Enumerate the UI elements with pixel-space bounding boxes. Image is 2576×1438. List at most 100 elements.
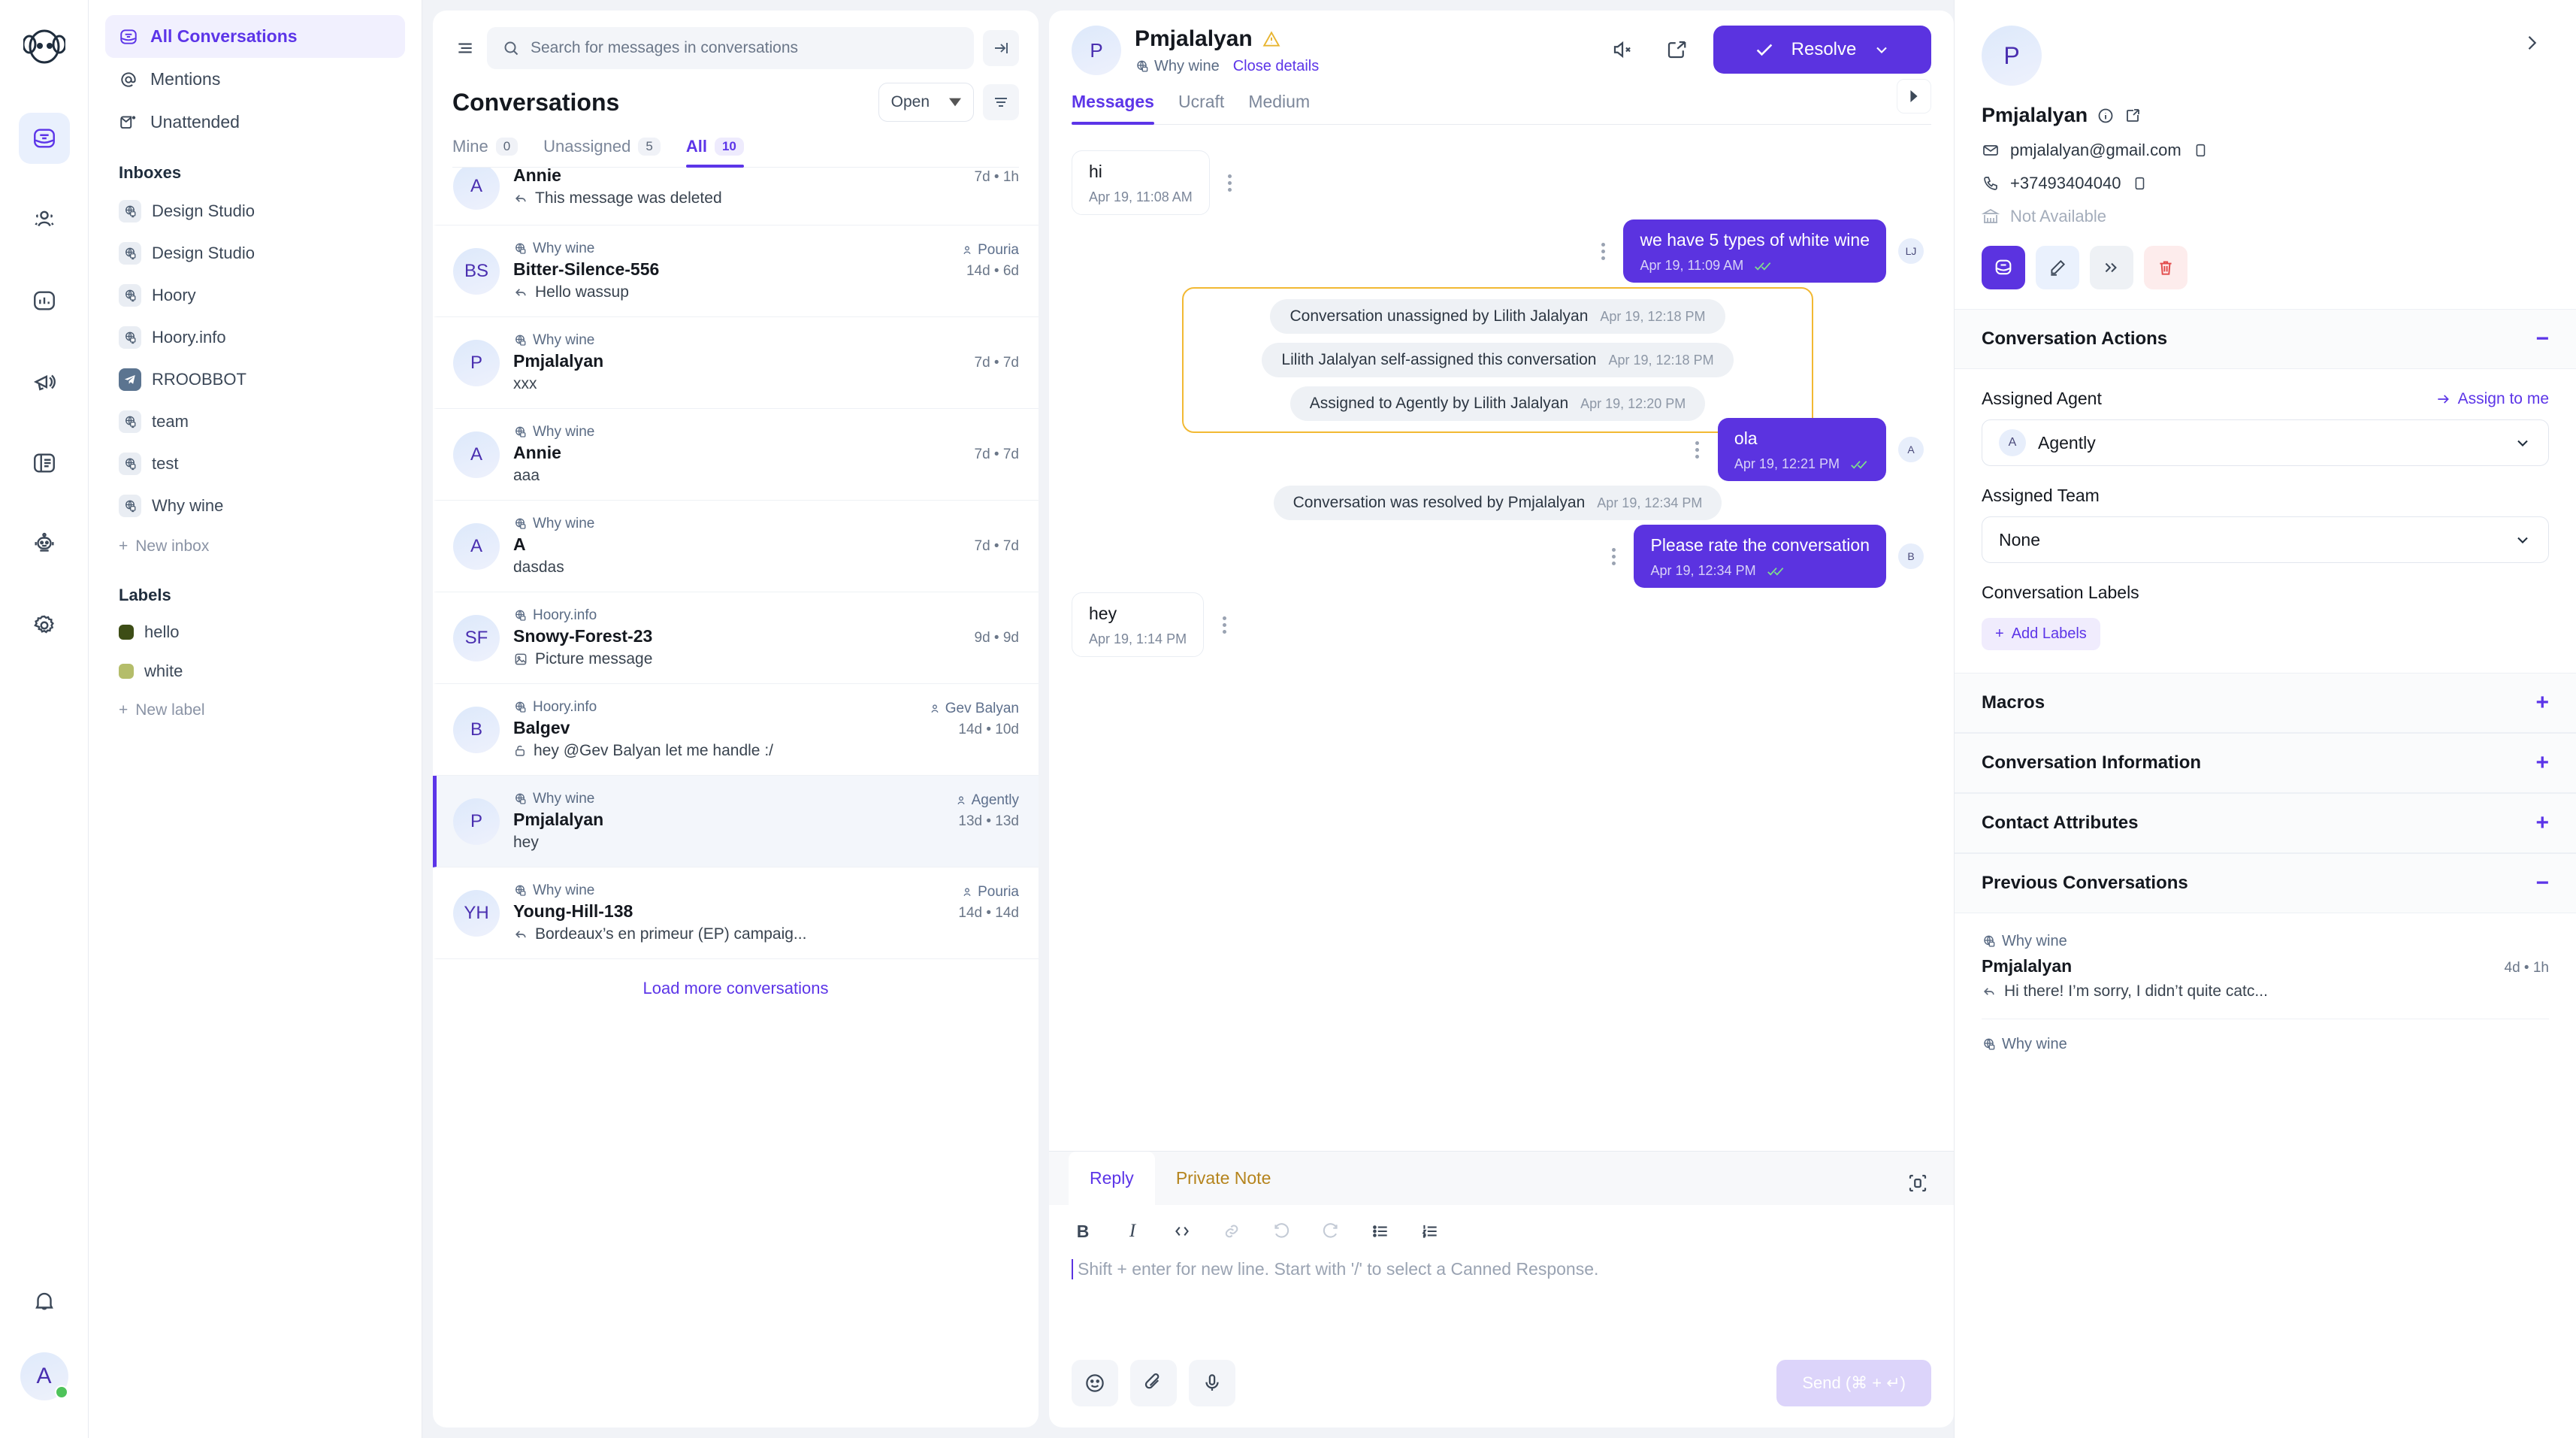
microphone-icon[interactable] [1189, 1360, 1235, 1406]
sidebar-inbox-design-studio-2[interactable]: Design Studio [105, 232, 405, 274]
rail-conversations-icon[interactable] [18, 113, 70, 164]
assigned-agent-dropdown[interactable]: A Agently [1982, 419, 2549, 466]
rail-bot-icon[interactable] [19, 519, 70, 570]
bold-icon[interactable]: B [1072, 1220, 1094, 1243]
section-conversation-actions[interactable]: Conversation Actions − [1955, 309, 2576, 369]
add-labels-button[interactable]: + Add Labels [1982, 618, 2100, 650]
chevron-down-icon[interactable] [1873, 41, 1891, 59]
sidebar-inbox-hoory[interactable]: Hoory [105, 274, 405, 316]
new-inbox-button[interactable]: + New inbox [105, 527, 405, 566]
conversation-list-item[interactable]: A Annie 7d • 1h This message was deleted [433, 168, 1039, 226]
copy-icon[interactable] [2192, 142, 2209, 159]
tabs-next-arrow-icon[interactable] [1897, 79, 1931, 114]
search-input[interactable] [531, 39, 959, 57]
emoji-icon[interactable] [1072, 1360, 1118, 1406]
code-icon[interactable] [1171, 1220, 1193, 1243]
menu-toggle-icon[interactable] [452, 35, 478, 61]
assign-to-me-button[interactable]: Assign to me [2435, 390, 2549, 408]
sidebar-inbox-hoory-info[interactable]: Hoory.info [105, 316, 405, 359]
reply-input-area[interactable]: Shift + enter for new line. Start with '… [1049, 1250, 1954, 1340]
expand-editor-icon[interactable] [1901, 1167, 1934, 1200]
tab-ucraft[interactable]: Ucraft [1178, 92, 1224, 124]
sidebar-inbox-team[interactable]: team [105, 401, 405, 443]
tab-medium[interactable]: Medium [1248, 92, 1310, 124]
conversation-list-item[interactable]: YH Why wine Pouria Young-Hill-138 14d • 1… [433, 867, 1039, 959]
status-filter-dropdown[interactable]: Open [878, 83, 974, 122]
sidebar-item-mentions[interactable]: Mentions [105, 58, 405, 101]
message-options-icon[interactable] [1216, 615, 1232, 635]
previous-conversation-item[interactable]: Why wine Pmjalalyan 4d • 1h Hi there! I’m… [1982, 933, 2549, 1019]
sidebar-inbox-design-studio-1[interactable]: Design Studio [105, 190, 405, 232]
section-conversation-information[interactable]: Conversation Information + [1955, 733, 2576, 793]
close-details-button[interactable]: Close details [1233, 58, 1320, 75]
resolve-button[interactable]: Resolve [1713, 26, 1931, 74]
message-options-icon[interactable] [1222, 173, 1238, 193]
tab-private-note[interactable]: Private Note [1155, 1152, 1293, 1205]
sidebar-label-white[interactable]: white [105, 652, 405, 691]
section-previous-conversations[interactable]: Previous Conversations − [1955, 853, 2576, 913]
rail-campaigns-icon[interactable] [19, 356, 70, 407]
share-icon[interactable] [1659, 32, 1694, 67]
message-options-icon[interactable] [1605, 546, 1622, 567]
rail-reports-icon[interactable] [19, 275, 70, 326]
conversation-list[interactable]: A Annie 7d • 1h This message was deleted … [433, 168, 1039, 1427]
rail-settings-icon[interactable] [19, 600, 70, 651]
rail-contacts-icon[interactable] [19, 194, 70, 245]
tab-unassigned[interactable]: Unassigned 5 [543, 137, 661, 167]
conversation-actions-body: Assigned Agent Assign to me A Agently Ass… [1955, 369, 2576, 673]
send-button[interactable]: Send (⌘ + ↵) [1776, 1360, 1931, 1406]
bullet-list-icon[interactable] [1369, 1220, 1392, 1243]
message-options-icon[interactable] [1595, 241, 1611, 262]
sidebar-inbox-why-wine[interactable]: Why wine [105, 485, 405, 527]
external-link-icon[interactable] [2124, 107, 2142, 125]
collapse-panel-chevron-right-icon[interactable] [2514, 26, 2549, 60]
merge-icon[interactable] [2090, 246, 2133, 289]
conversation-icon[interactable] [1982, 246, 2025, 289]
sidebar-item-unattended[interactable]: Unattended [105, 101, 405, 144]
collapse-sidebar-button[interactable] [983, 30, 1019, 66]
sidebar-item-all-conversations[interactable]: All Conversations [105, 15, 405, 58]
previous-conversation-item[interactable]: Why wine [1982, 1036, 2549, 1053]
copy-icon[interactable] [2131, 175, 2148, 192]
tab-all[interactable]: All 10 [685, 137, 744, 168]
conversation-list-item[interactable]: SF Hoory.info Snowy-Forest-23 9d • 9d Pic… [433, 592, 1039, 684]
load-more-button[interactable]: Load more conversations [433, 959, 1039, 1021]
tab-messages[interactable]: Messages [1072, 92, 1154, 125]
chat-header: P Pmjalalyan Why wine Close details Reso… [1049, 11, 1954, 125]
undo-icon[interactable] [1270, 1220, 1293, 1243]
tab-mine[interactable]: Mine 0 [452, 137, 519, 167]
sidebar-label-hello[interactable]: hello [105, 613, 405, 652]
tab-reply[interactable]: Reply [1069, 1152, 1155, 1205]
section-macros[interactable]: Macros + [1955, 673, 2576, 733]
conversation-list-item[interactable]: BS Why wine Pouria Bitter-Silence-556 14d… [433, 226, 1039, 317]
warning-triangle-icon [1262, 29, 1281, 49]
avatar-initial: BS [464, 260, 488, 281]
paperclip-icon[interactable] [1130, 1360, 1177, 1406]
chat-contact-identity: P Pmjalalyan Why wine Close details [1072, 26, 1319, 75]
link-icon[interactable] [1220, 1220, 1243, 1243]
assigned-team-dropdown[interactable]: None [1982, 516, 2549, 563]
message-options-icon[interactable] [1689, 440, 1706, 460]
current-user-avatar[interactable]: A [20, 1352, 68, 1400]
conversation-list-item[interactable]: A Why wine A 7d • 7d dasdas [433, 501, 1039, 592]
message-list[interactable]: hi Apr 19, 11:08 AM we have 5 types of w… [1049, 125, 1954, 1151]
conversation-list-item[interactable]: P Why wine Pmjalalyan 7d • 7d xxx [433, 317, 1039, 409]
redo-icon[interactable] [1320, 1220, 1342, 1243]
conversation-list-item[interactable]: A Why wine Annie 7d • 7d aaa [433, 409, 1039, 501]
rail-help-center-icon[interactable] [19, 437, 70, 489]
mute-icon[interactable] [1605, 32, 1640, 67]
conversation-list-item-selected[interactable]: P Why wine Agently Pmjalalyan 13d • 13d h… [433, 776, 1039, 867]
edit-icon[interactable] [2036, 246, 2079, 289]
italic-icon[interactable]: I [1121, 1220, 1144, 1243]
sidebar-inbox-rroobbot[interactable]: RROOBBOT [105, 359, 405, 401]
advanced-filter-button[interactable] [983, 84, 1019, 120]
notifications-bell-icon[interactable] [19, 1276, 70, 1327]
sidebar-inbox-test[interactable]: test [105, 443, 405, 485]
conversation-list-item[interactable]: B Hoory.info Gev Balyan Balgev 14d • 10d … [433, 684, 1039, 776]
delete-icon[interactable] [2144, 246, 2187, 289]
new-label-button[interactable]: + New label [105, 691, 405, 730]
search-box[interactable] [487, 27, 974, 69]
numbered-list-icon[interactable] [1419, 1220, 1441, 1243]
section-contact-attributes[interactable]: Contact Attributes + [1955, 793, 2576, 853]
info-icon[interactable] [2097, 107, 2115, 125]
